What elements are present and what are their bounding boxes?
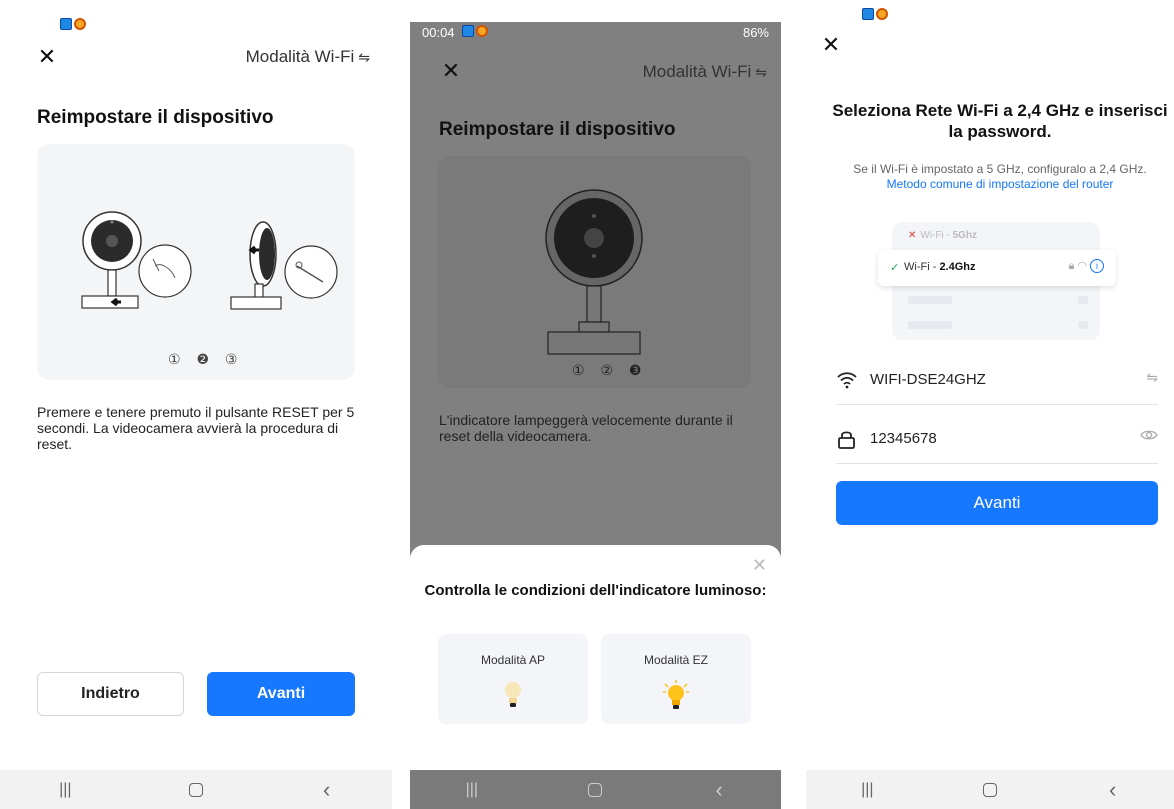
placeholder-bar: [908, 296, 952, 304]
recent-apps-button[interactable]: |||: [45, 781, 85, 799]
wifi-mode-link[interactable]: Modalità Wi-Fi ⇋: [643, 62, 767, 82]
status-time: 00:04: [422, 25, 455, 40]
swap-icon: ⇋: [755, 64, 767, 80]
notification-icons: [60, 18, 86, 30]
lock-icon: [838, 431, 855, 449]
camera-reset-illustration: [81, 211, 338, 310]
page-title: Seleziona Rete Wi-Fi a 2,4 GHz e inseris…: [832, 101, 1168, 141]
wifi-5g-prefix: Wi-Fi -: [920, 230, 953, 241]
info-icon: i: [1090, 259, 1104, 273]
reset-illustration-card: [438, 156, 751, 388]
page-title: Reimpostare il dispositivo: [439, 119, 676, 140]
home-icon[interactable]: [188, 782, 203, 797]
sheet-title: Controlla le condizioni dell'indicatore …: [424, 582, 767, 599]
wifi-5g-row: ✕ Wi-Fi - 5Ghz: [908, 230, 977, 241]
router-setup-link[interactable]: Metodo comune di impostazione del router: [826, 177, 1174, 192]
app-icon: [462, 25, 474, 37]
ap-mode-label: Modalità AP: [480, 653, 546, 667]
close-icon[interactable]: ✕: [819, 34, 843, 58]
swap-icon: ⇋: [358, 49, 370, 65]
wifi-mode-label: Modalità Wi-Fi: [245, 47, 355, 66]
band-note-text: Se il Wi-Fi è impostato a 5 GHz, configu…: [853, 162, 1147, 176]
app-icon: [476, 25, 488, 37]
camera-led-illustration: [545, 189, 643, 355]
wifi-5g-band: 5Ghz: [952, 230, 978, 241]
recent-apps-button[interactable]: |||: [847, 781, 887, 799]
placeholder-bar: [1078, 296, 1088, 304]
home-icon[interactable]: [588, 783, 603, 797]
switch-network-icon[interactable]: ⇋: [1146, 369, 1158, 386]
ez-mode-label: Modalità EZ: [643, 653, 709, 667]
reset-illustration-card: [37, 144, 355, 380]
notification-icons: [462, 25, 488, 37]
status-bar: 00:04 86%: [410, 22, 781, 42]
battery-level: 86%: [742, 25, 769, 40]
reset-instructions: L'indicatore lampeggerà velocemente dura…: [439, 412, 733, 444]
screen-wifi-credentials: ✕ Seleziona Rete Wi-Fi a 2,4 GHz e inser…: [806, 0, 1174, 809]
sheet-close-icon[interactable]: ✕: [752, 555, 767, 576]
wifi-24g-status: 🔒︎ ◠ i: [1068, 259, 1104, 273]
ap-mode-option[interactable]: Modalità AP: [438, 634, 588, 724]
step-indicator: ① ❷ ③: [168, 351, 244, 367]
password-value: 12345678: [870, 430, 937, 447]
indicator-status-sheet: ✕ Controlla le condizioni dell'indicator…: [410, 545, 781, 770]
wifi-mode-label: Modalità Wi-Fi: [642, 62, 752, 81]
eye-icon[interactable]: [1140, 428, 1158, 442]
wifi-24g-prefix: Wi-Fi -: [904, 261, 940, 273]
system-nav-bar: ||| ‹: [410, 771, 781, 809]
nav-back-button[interactable]: ‹: [1093, 777, 1133, 803]
app-icon: [876, 8, 888, 20]
notification-icons: [862, 8, 888, 20]
wifi-24g-band: 2.4Ghz: [939, 261, 976, 273]
band-note: Se il Wi-Fi è impostato a 5 GHz, configu…: [826, 162, 1174, 192]
screen-reset-step3-indicator-sheet: 00:04 86% ✕ Modalità Wi-Fi ⇋ Reimpostare …: [410, 22, 781, 809]
check-icon: ✓: [890, 262, 900, 274]
nav-back-button[interactable]: ‹: [307, 777, 347, 803]
placeholder-bar: [908, 321, 952, 329]
wifi-mode-link[interactable]: Modalità Wi-Fi ⇋: [246, 47, 370, 67]
app-icon: [862, 8, 874, 20]
app-icon: [74, 18, 86, 30]
back-button[interactable]: Indietro: [37, 672, 184, 716]
ssid-value: WIFI-DSE24GHZ: [870, 371, 986, 388]
password-field[interactable]: 12345678: [836, 414, 1158, 464]
close-icon[interactable]: ✕: [439, 60, 463, 84]
next-button[interactable]: Avanti: [836, 481, 1158, 525]
placeholder-bar: [1078, 321, 1088, 329]
wifi-icon: [837, 372, 857, 389]
ez-mode-option[interactable]: Modalità EZ: [601, 634, 751, 724]
wifi-24g-name: Wi-Fi - 2.4Ghz: [904, 261, 976, 273]
bulb-blinking-icon: [663, 680, 689, 709]
wifi-24g-row: ✓ Wi-Fi - 2.4Ghz 🔒︎ ◠ i: [878, 250, 1116, 286]
system-nav-bar: ||| ‹: [806, 770, 1174, 809]
home-icon[interactable]: [982, 782, 997, 797]
page-title: Reimpostare il dispositivo: [37, 107, 274, 128]
system-nav-bar: ||| ‹: [0, 770, 392, 809]
close-icon[interactable]: ✕: [35, 46, 59, 70]
reset-instructions: Premere e tenere premuto il pulsante RES…: [37, 404, 355, 452]
ssid-field[interactable]: WIFI-DSE24GHZ ⇋: [836, 355, 1158, 405]
app-icon: [60, 18, 72, 30]
nav-back-button[interactable]: ‹: [699, 777, 739, 803]
step-indicator: ① ② ❸: [572, 362, 648, 378]
screen-reset-step2: ✕ Modalità Wi-Fi ⇋ Reimpostare il disposi…: [0, 0, 392, 809]
cross-icon: ✕: [908, 230, 917, 241]
next-button[interactable]: Avanti: [207, 672, 355, 716]
recent-apps-button[interactable]: |||: [452, 781, 492, 799]
bulb-off-icon: [505, 682, 521, 707]
